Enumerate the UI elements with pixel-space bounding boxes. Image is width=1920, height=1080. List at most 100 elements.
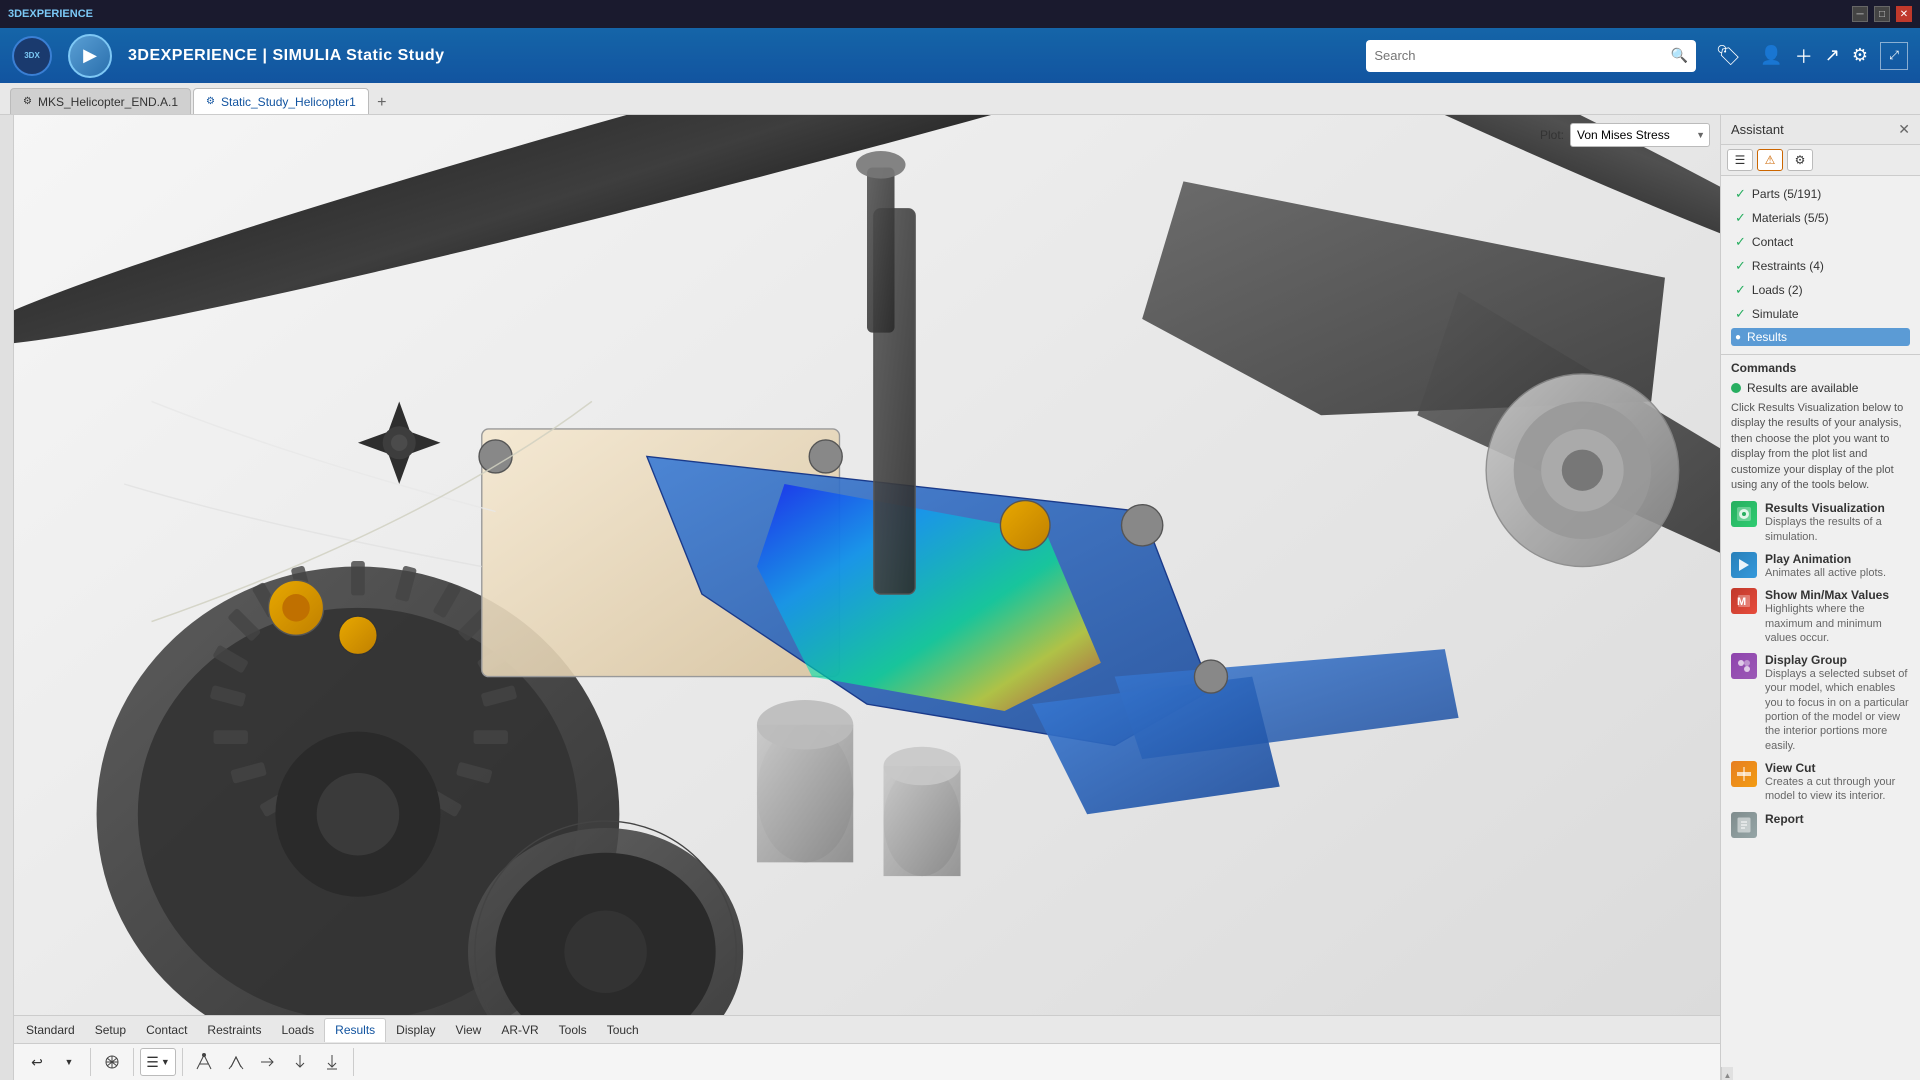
checklist-loads[interactable]: ✓ Loads (2) [1731,280,1910,300]
toolbar-tab-display[interactable]: Display [386,1018,445,1042]
assistant-title: Assistant [1731,122,1784,137]
left-edge [0,115,14,1080]
toolbar-buttons: ↩ ▼ ☰ ▼ [14,1044,1720,1080]
cmd-view-cut[interactable]: View Cut Creates a cut through your mode… [1731,761,1910,804]
app-title: 3DEXPERIENCE | SIMULIA Static Study [128,47,1350,65]
cmd-play-animation-text: Play Animation Animates all active plots… [1765,552,1910,580]
results-status-text: Results are available [1747,381,1858,395]
list-group: ☰ ▼ [140,1048,183,1076]
arrow4-button[interactable] [285,1048,315,1076]
3d-viewport[interactable]: Plot: Von Mises StressDisplacementPrinci… [14,115,1720,1080]
assistant-toolbar: ☰ ⚠ ⚙ [1721,145,1920,176]
results-status: Results are available [1731,381,1910,395]
minimize-button[interactable]: ─ [1852,6,1868,22]
right-panel: Assistant ✕ ☰ ⚠ ⚙ ✓ Parts (5/191) ✓ Mate… [1720,115,1920,1080]
cmd-results-vis-title: Results Visualization [1765,501,1910,515]
checklist-materials[interactable]: ✓ Materials (5/5) [1731,208,1910,228]
cmd-view-cut-desc: Creates a cut through your model to view… [1765,775,1910,804]
arrow3-button[interactable] [253,1048,283,1076]
assistant-header: Assistant ✕ [1721,115,1920,145]
cmd-view-cut-text: View Cut Creates a cut through your mode… [1765,761,1910,804]
undo-button[interactable]: ↩ [22,1048,52,1076]
checklist-simulate-label: Simulate [1752,307,1799,321]
checklist-materials-label: Materials (5/5) [1752,211,1829,225]
green-dot [1731,383,1741,393]
cmd-display-group-title: Display Group [1765,653,1910,667]
checklist-restraints[interactable]: ✓ Restraints (4) [1731,256,1910,276]
toolbar-tab-arvr[interactable]: AR-VR [491,1018,548,1042]
scroll-up-arrow[interactable]: ▲ [1724,1071,1732,1080]
check-icon-simulate: ✓ [1735,306,1746,322]
user-icon[interactable]: 👤 [1760,45,1782,66]
tab-static-study[interactable]: ⚙ Static_Study_Helicopter1 [193,88,369,114]
checklist-parts-label: Parts (5/191) [1752,187,1821,201]
cmd-display-group[interactable]: Display Group Displays a selected subset… [1731,653,1910,753]
cmd-results-vis-desc: Displays the results of a simulation. [1765,515,1910,544]
tab-mks-helicopter[interactable]: ⚙ MKS_Helicopter_END.A.1 [10,88,191,114]
search-input[interactable] [1374,48,1665,63]
cmd-report[interactable]: Report [1731,812,1910,838]
maximize-button[interactable]: □ [1874,6,1890,22]
app-title-prefix: 3DEXPERIENCE | [128,47,272,64]
play-animation-icon [1731,552,1757,578]
toolbar-tab-view[interactable]: View [446,1018,492,1042]
checklist-simulate[interactable]: ✓ Simulate [1731,304,1910,324]
toolbar-tab-results[interactable]: Results [324,1018,386,1042]
checklist-results[interactable]: ● Results [1731,328,1910,346]
tag-button[interactable]: 🏷 [1712,40,1744,72]
show-minmax-icon: M [1731,588,1757,614]
assistant-close-button[interactable]: ✕ [1898,121,1910,138]
warning-button[interactable]: ⚠ [1757,149,1783,171]
toolbar-tab-tools[interactable]: Tools [549,1018,597,1042]
arrow5-button[interactable] [317,1048,347,1076]
gear-button[interactable]: ⚙ [1787,149,1813,171]
results-description: Click Results Visualization below to dis… [1731,401,1910,493]
arrow1-button[interactable] [189,1048,219,1076]
main-content: Plot: Von Mises StressDisplacementPrinci… [0,115,1920,1080]
main-header: 3DX ▶ 3DEXPERIENCE | SIMULIA Static Stud… [0,28,1920,83]
plot-dropdown[interactable]: Von Mises StressDisplacementPrincipal St… [1570,123,1710,147]
cmd-show-minmax-title: Show Min/Max Values [1765,588,1910,602]
plot-dropdown-wrapper: Von Mises StressDisplacementPrincipal St… [1570,123,1710,147]
right-panel-scrollable[interactable]: ✓ Parts (5/191) ✓ Materials (5/5) ✓ Cont… [1721,176,1920,1067]
search-icon[interactable]: 🔍 [1671,47,1688,64]
toolbar-tab-loads[interactable]: Loads [271,1018,324,1042]
app-logo: 3DX [12,36,52,76]
settings-icon[interactable]: ⚙ [1852,45,1868,66]
mesh-group [97,1048,134,1076]
titlebar: 3DEXPERIENCE ─ □ ✕ [0,0,1920,28]
checklist-contact[interactable]: ✓ Contact [1731,232,1910,252]
check-icon-loads: ✓ [1735,282,1746,298]
toolbar-tab-setup[interactable]: Setup [85,1018,136,1042]
cmd-show-minmax[interactable]: M Show Min/Max Values Highlights where t… [1731,588,1910,645]
results-vis-icon [1731,501,1757,527]
cmd-play-animation-title: Play Animation [1765,552,1910,566]
cmd-results-vis-text: Results Visualization Displays the resul… [1765,501,1910,544]
toolbar-tab-standard[interactable]: Standard [16,1018,85,1042]
close-button[interactable]: ✕ [1896,6,1912,22]
logo-text: 3DX [24,51,40,60]
checklist-parts[interactable]: ✓ Parts (5/191) [1731,184,1910,204]
toolbar-tab-touch[interactable]: Touch [597,1018,649,1042]
app-title-main: SIMULIA Static Study [272,47,444,64]
expand-button[interactable]: ⤢ [1880,42,1908,70]
list-view-button[interactable]: ☰ [1727,149,1753,171]
mesh-button[interactable] [97,1048,127,1076]
arrow2-button[interactable] [221,1048,251,1076]
tab-add-button[interactable]: + [371,92,393,114]
tab-bar: ⚙ MKS_Helicopter_END.A.1 ⚙ Static_Study_… [0,83,1920,115]
app-icon: 3DEXPERIENCE [8,8,93,20]
search-bar[interactable]: 🔍 [1366,40,1696,72]
list-button[interactable]: ☰ ▼ [140,1048,176,1076]
toolbar-tab-contact[interactable]: Contact [136,1018,197,1042]
cmd-display-group-text: Display Group Displays a selected subset… [1765,653,1910,753]
cmd-play-animation[interactable]: Play Animation Animates all active plots… [1731,552,1910,580]
play-button[interactable]: ▶ [68,34,112,78]
share-icon[interactable]: ↗ [1825,45,1840,66]
undo-dropdown-button[interactable]: ▼ [54,1048,84,1076]
add-icon[interactable]: ＋ [1795,43,1813,69]
toolbar-tab-restraints[interactable]: Restraints [197,1018,271,1042]
cmd-results-vis[interactable]: Results Visualization Displays the resul… [1731,501,1910,544]
3d-scene [14,115,1720,1080]
check-icon-results: ● [1735,332,1741,343]
